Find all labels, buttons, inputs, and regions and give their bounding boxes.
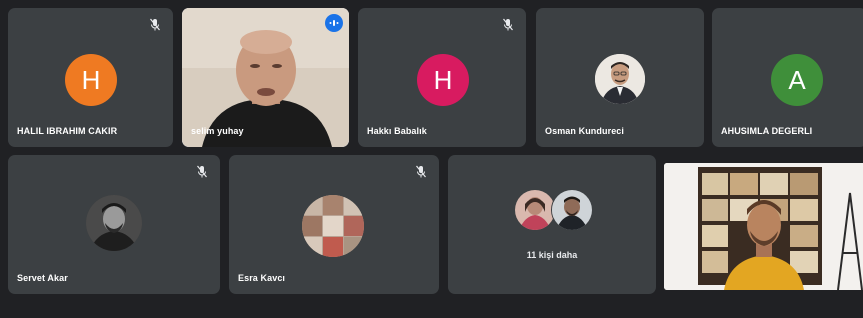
- mic-off-icon: [197, 165, 207, 178]
- avatar: [595, 54, 645, 104]
- participant-tile-halil[interactable]: H HALIL IBRAHIM CAKIR: [8, 8, 173, 147]
- participant-tile-osman[interactable]: Osman Kundureci: [536, 8, 704, 147]
- participant-video: [664, 163, 863, 290]
- participant-tile-selim[interactable]: selim yuhay: [182, 8, 349, 147]
- avatar: [302, 195, 364, 257]
- avatar: H: [417, 54, 469, 106]
- mic-off-icon: [150, 18, 160, 31]
- participant-name: Osman Kundureci: [545, 126, 625, 136]
- participant-tile-ahusimla[interactable]: A AHUSIMLA DEGERLI: [712, 8, 863, 147]
- participant-name: AHUSIMLA DEGERLI: [721, 126, 813, 136]
- participant-name: Hakkı Babalık: [367, 126, 427, 136]
- avatar: [514, 189, 556, 231]
- participant-tile-servet[interactable]: Servet Akar: [8, 155, 220, 294]
- avatar: [551, 189, 593, 231]
- avatar-initial: H: [81, 64, 101, 95]
- audio-level-icon: [325, 14, 343, 32]
- participant-tile-hakki[interactable]: H Hakkı Babalık: [358, 8, 526, 147]
- participant-name: HALIL IBRAHIM CAKIR: [17, 126, 118, 136]
- meeting-grid: H HALIL IBRAHIM CAKIR selim yuhay H Hakk…: [0, 0, 863, 318]
- participant-name: Servet Akar: [17, 273, 68, 283]
- avatar: H: [65, 54, 117, 106]
- mic-off-icon: [416, 165, 426, 178]
- participant-name: Esra Kavcı: [238, 273, 286, 283]
- participant-name: selim yuhay: [191, 126, 244, 136]
- participant-tile-esra[interactable]: Esra Kavcı: [229, 155, 439, 294]
- avatar: [86, 195, 142, 251]
- others-count: 11 kişi daha: [526, 250, 578, 260]
- avatar-initial: A: [788, 64, 806, 95]
- participant-tile-video[interactable]: [664, 163, 863, 290]
- avatar-initial: H: [433, 64, 453, 95]
- others-tile[interactable]: 11 kişi daha: [448, 155, 656, 294]
- mic-off-icon: [503, 18, 513, 31]
- avatar: A: [771, 54, 823, 106]
